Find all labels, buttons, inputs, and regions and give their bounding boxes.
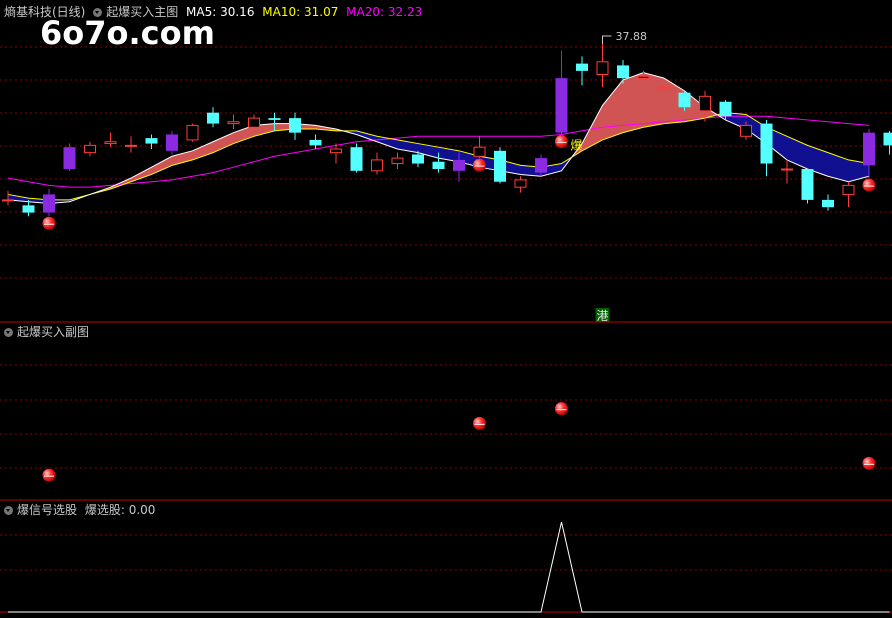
candle-body <box>719 101 732 117</box>
candle-body <box>268 118 281 120</box>
ma-ribbon-segment <box>602 79 623 140</box>
candle-body <box>63 147 76 169</box>
sub-signal-ball <box>473 416 486 430</box>
ma-ribbon-segment <box>233 125 254 144</box>
candle-body <box>227 121 240 125</box>
candle-body <box>822 199 834 208</box>
bao-annotation: 爆 <box>571 138 583 152</box>
candle-body <box>637 75 650 79</box>
candle-body <box>391 157 404 165</box>
ma5-line <box>7 72 870 205</box>
candle-body <box>412 154 424 164</box>
ma-ribbon-segment <box>643 72 664 128</box>
candle-body <box>658 86 670 89</box>
candle-body <box>596 61 609 76</box>
candle-body <box>473 146 486 157</box>
candle-body <box>760 123 773 164</box>
candle-body <box>781 168 793 171</box>
ma-ribbon-segment <box>172 150 193 166</box>
candle-body <box>309 139 322 146</box>
main-signal-ball <box>473 158 486 172</box>
candle-body <box>801 169 814 200</box>
candle-body <box>84 144 96 154</box>
candle-body <box>842 184 855 195</box>
main-signal-ball <box>862 178 876 192</box>
main-signal-ball <box>42 216 56 230</box>
gang-annotation: 港 <box>597 309 609 323</box>
candle-body <box>555 78 568 133</box>
candle-body <box>740 124 752 137</box>
candle-body <box>514 179 527 188</box>
sub-signal-ball <box>555 402 568 416</box>
ma-ribbon-segment <box>192 141 213 160</box>
sub-signal-ball <box>862 456 876 470</box>
candle-body <box>289 118 301 133</box>
main-signal-ball <box>555 134 568 148</box>
candle-body <box>2 199 14 202</box>
candle-body <box>576 63 588 71</box>
candle-body <box>22 205 35 213</box>
candle-body <box>145 138 158 144</box>
candle-body <box>248 117 260 128</box>
candle-body <box>371 159 383 172</box>
sub-signal-ball <box>42 468 56 482</box>
candle-body <box>43 194 55 213</box>
candle-body <box>330 148 342 154</box>
ma-ribbon-segment <box>213 132 234 153</box>
candle-body <box>125 144 137 147</box>
candle-body <box>678 92 691 108</box>
candle-body <box>350 147 363 171</box>
candle-body <box>535 158 547 173</box>
candle-body <box>104 141 117 145</box>
candle-body <box>494 150 506 182</box>
candle-body <box>453 159 465 171</box>
candle-body <box>863 132 875 166</box>
candle-body <box>186 124 199 141</box>
candle-body <box>617 65 629 79</box>
candle-body <box>207 112 219 124</box>
candle-body <box>883 132 892 146</box>
peak-label: 37.88 <box>616 30 648 43</box>
peak-marker-line <box>602 35 612 44</box>
candle-body <box>166 134 178 151</box>
chart-canvas[interactable]: 37.88 爆港 <box>0 0 892 618</box>
candle-body <box>699 95 711 112</box>
candle-body <box>432 161 445 169</box>
